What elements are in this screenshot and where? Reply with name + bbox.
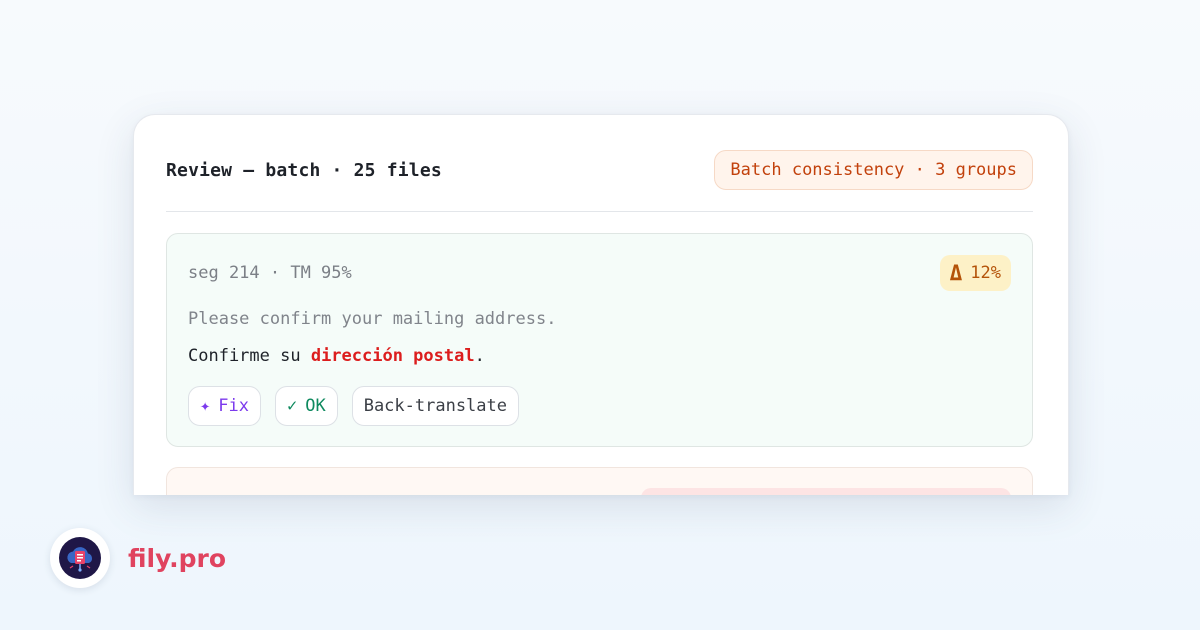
ok-button[interactable]: ✓ OK — [274, 386, 338, 426]
segment-meta: seg 214 · TM 95% — [188, 263, 352, 283]
segment-next-badge — [641, 488, 1011, 495]
header-divider — [166, 211, 1033, 212]
cloud-file-icon — [50, 528, 110, 588]
target-highlight: dirección postal — [310, 346, 475, 366]
target-text: Confirme su dirección postal. — [188, 346, 485, 366]
back-translate-button[interactable]: Back-translate — [351, 386, 519, 426]
sparkle-icon: ✦ — [200, 396, 211, 416]
check-icon: ✓ — [286, 396, 298, 416]
target-text-after: . — [474, 346, 485, 366]
brand-name[interactable]: fily.pro — [128, 544, 226, 573]
segment-card-next — [166, 467, 1033, 495]
review-card: Review — batch · 25 files Batch consiste… — [133, 114, 1069, 495]
batch-consistency-badge[interactable]: Batch consistency · 3 groups — [714, 150, 1033, 190]
segment-actions: ✦ Fix ✓ OK Back-translate — [188, 386, 519, 426]
target-text-before: Confirme su — [188, 346, 311, 366]
card-header: Review — batch · 25 files Batch consiste… — [166, 150, 1033, 190]
delta-value: 12% — [970, 263, 1001, 283]
ok-button-label: OK — [305, 396, 326, 416]
fix-button[interactable]: ✦ Fix — [188, 386, 261, 426]
fix-button-label: Fix — [218, 396, 249, 416]
source-text: Please confirm your mailing address. — [188, 309, 557, 329]
card-title: Review — batch · 25 files — [166, 159, 442, 181]
delta-badge: Δ 12% — [939, 255, 1011, 291]
segment-card: seg 214 · TM 95% Δ 12% Please confirm yo… — [166, 233, 1033, 447]
brand: fily.pro — [50, 528, 226, 588]
delta-icon: Δ — [949, 260, 963, 285]
back-translate-label: Back-translate — [363, 396, 507, 416]
